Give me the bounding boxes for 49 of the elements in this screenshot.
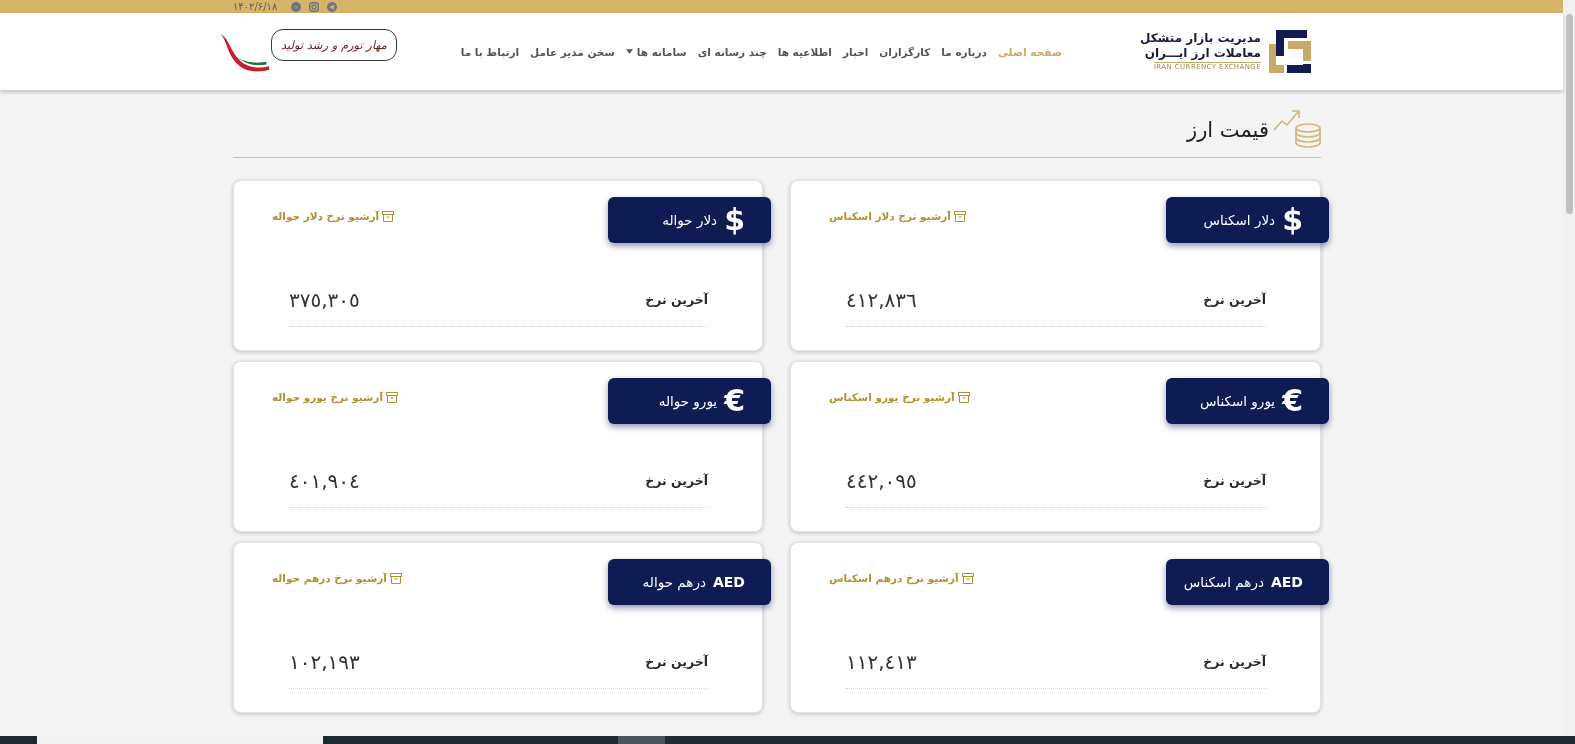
currency-name: درهم اسکناس xyxy=(1183,574,1264,590)
chat-bubble-icon[interactable] xyxy=(291,1,302,12)
currency-name: یورو حواله xyxy=(658,393,718,409)
archive-box-icon xyxy=(382,210,395,222)
section-title: قیمت ارز xyxy=(1187,117,1269,144)
nav-link[interactable]: سخن مدیر عامل xyxy=(530,45,615,58)
camera-icon[interactable] xyxy=(309,1,320,12)
rate-label: آخرین نرخ xyxy=(1203,292,1266,307)
currency-symbol: € xyxy=(1282,386,1303,416)
currency-symbol: $ xyxy=(1282,205,1303,235)
nav-link[interactable]: درباره ما xyxy=(941,45,987,58)
paper-plane-icon[interactable] xyxy=(327,1,338,12)
rate-label: آخرین نرخ xyxy=(1203,654,1266,669)
logo-title: مدیریت بازار متشکل xyxy=(1139,31,1261,46)
archive-box-icon xyxy=(961,572,974,584)
rate-label: آخرین نرخ xyxy=(645,292,708,307)
archive-box-icon xyxy=(386,391,398,403)
slogan-banner: مهار تورم و رشد تولید xyxy=(271,28,397,61)
logo-title: معاملات ارز ایـــران xyxy=(1144,46,1261,61)
archive-box-icon xyxy=(389,572,402,584)
date-text: ۱۴۰۲/۶/۱۸ xyxy=(233,0,278,13)
currency-name: دلار حواله xyxy=(662,212,718,228)
coins-chart-icon xyxy=(1273,110,1321,150)
currency-name: یورو اسکناس xyxy=(1199,393,1276,409)
rate-label: آخرین نرخ xyxy=(645,473,708,488)
nav-link[interactable]: اخبار xyxy=(842,45,869,58)
nav-link[interactable]: سامانه ها xyxy=(625,45,687,58)
rate-value: ٤١٢,٨٣٦ xyxy=(846,287,917,312)
rate-value: ١١٢,٤١٣ xyxy=(846,649,917,674)
rate-value: ٤٤٢,٠٩٥ xyxy=(846,468,917,493)
currency-symbol: AED xyxy=(712,575,745,589)
scrollbar-thumb[interactable] xyxy=(1566,14,1573,214)
rate-label: آخرین نرخ xyxy=(1203,473,1266,488)
currency-symbol: € xyxy=(724,386,745,416)
rate-value: ٤٠١,٩٠٤ xyxy=(289,468,360,493)
rate-value: ٣٧٥,٣٠٥ xyxy=(289,287,360,312)
nav-link[interactable]: ارتباط با ما xyxy=(460,45,520,58)
archive-box-icon xyxy=(957,391,970,403)
logo-mark-icon[interactable] xyxy=(1267,29,1312,74)
nav-link[interactable]: اطلاعیه ها xyxy=(777,45,832,58)
currency-symbol: AED xyxy=(1270,575,1303,589)
rate-value: ١٠٢,١٩٣ xyxy=(289,649,360,674)
rate-label: آخرین نرخ xyxy=(645,654,708,669)
currency-name: دلار اسکناس xyxy=(1203,212,1276,228)
nav-link[interactable]: کارگزاران xyxy=(879,45,931,58)
nav-link[interactable]: چند رسانه ای xyxy=(697,45,767,58)
currency-name: درهم حواله xyxy=(642,574,706,590)
archive-box-icon xyxy=(953,210,966,222)
currency-symbol: $ xyxy=(724,205,745,235)
